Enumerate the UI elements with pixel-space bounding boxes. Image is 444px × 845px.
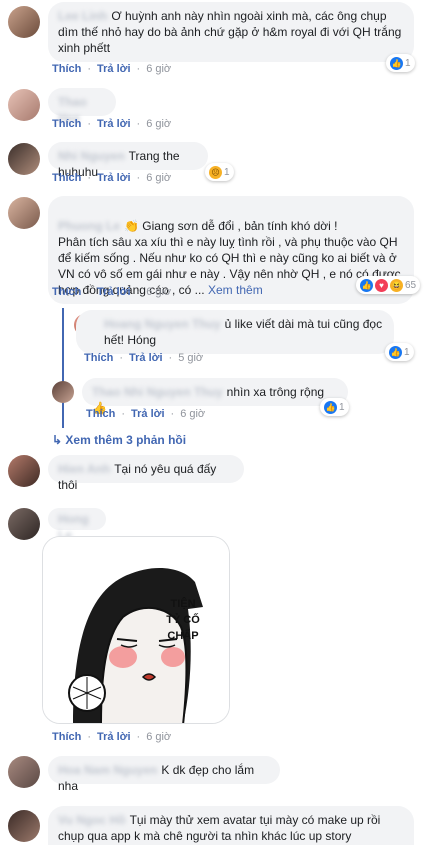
view-more-replies-link[interactable]: ↳ Xem thêm 3 phản hồi: [52, 433, 186, 447]
reply-link[interactable]: Trả lời: [97, 172, 131, 184]
avatar[interactable]: [8, 89, 40, 121]
timestamp: 6 giờ: [146, 118, 172, 130]
commenter-name[interactable]: Thao Nhi Nguyen Thuy: [92, 385, 223, 399]
reply-link[interactable]: Trả lời: [97, 731, 131, 743]
reply-bubble: Thao Nhi Nguyen Thuy nhìn xa trông rộng 👍: [82, 378, 348, 415]
commenter-name[interactable]: Hoang Nguyen Thuy: [104, 317, 221, 331]
reply-bubble: Hoang Nguyen Thuy ủ like viết dài mà tui …: [76, 310, 394, 354]
comment-bubble: Thao Hee: [48, 88, 116, 125]
comment-actions: Thích · Trả lời · 6 giờ: [52, 731, 172, 743]
sticker-caption: TIỆN: [170, 597, 195, 610]
reply-arrow-icon: ↳: [52, 433, 66, 447]
timestamp: 6 giờ: [146, 172, 172, 184]
comment-text: Ơ huỳnh anh này nhìn ngoài xinh mà, các …: [58, 9, 402, 55]
like-reaction-icon: 👍: [360, 278, 373, 292]
commenter-name[interactable]: Phuong Le: [58, 219, 120, 233]
reaction-count[interactable]: 👍 1: [386, 54, 415, 72]
comment-bubble: Hong Le: [48, 508, 106, 542]
timestamp: 5 giờ: [178, 352, 204, 364]
comment-actions: Thích · Trả lời · 6 giờ: [52, 63, 172, 75]
commenter-name[interactable]: Vu Ngoc Hồ: [58, 813, 126, 827]
like-reaction-icon: 👍: [324, 400, 337, 414]
reaction-count[interactable]: 👍 ♥ 😆 65: [356, 276, 421, 294]
like-link[interactable]: Thích: [52, 286, 81, 298]
reply-thread-line: [62, 308, 64, 428]
avatar[interactable]: [8, 6, 40, 38]
like-link[interactable]: Thích: [84, 352, 113, 364]
comment-actions: Thích · Trả lời · 6 giờ: [52, 286, 172, 298]
reaction-count[interactable]: 👍 1: [320, 398, 349, 416]
svg-text:CHẤP: CHẤP: [167, 629, 198, 642]
avatar[interactable]: [8, 508, 40, 540]
timestamp: 6 giờ: [146, 731, 172, 743]
like-link[interactable]: Thích: [52, 172, 81, 184]
see-more-link[interactable]: Xem thêm: [208, 283, 263, 297]
comment-bubble: Hien Anh Tại nó yêu quá đấy thôi: [48, 455, 244, 492]
commenter-name[interactable]: Hien Anh: [58, 462, 110, 476]
like-link[interactable]: Thích: [52, 731, 81, 743]
reply-link[interactable]: Trả lời: [131, 408, 165, 420]
commenter-name[interactable]: Lee Linh: [58, 9, 107, 23]
reaction-count[interactable]: 👍 1: [385, 343, 414, 361]
commenter-name[interactable]: Hoa Nam Nguyen: [58, 763, 157, 777]
comment-bubble: Nhi Nguyen Trang the huhuhu: [48, 142, 208, 179]
avatar[interactable]: [8, 197, 40, 229]
sticker-image[interactable]: TIỆN TỶ CỐ CHẤP: [42, 536, 230, 724]
reply-actions: Thích · Trả lời · 6 giờ: [86, 408, 206, 420]
svg-text:TỶ CỐ: TỶ CỐ: [166, 612, 200, 626]
reply-link[interactable]: Trả lời: [97, 118, 131, 130]
like-reaction-icon: 👍: [390, 56, 403, 70]
avatar[interactable]: [52, 381, 74, 403]
like-link[interactable]: Thích: [52, 118, 81, 130]
comment-bubble: Hoa Nam Nguyen K dk đẹp cho lắm nha: [48, 756, 280, 793]
meme-face-icon: TIỆN TỶ CỐ CHẤP: [43, 537, 229, 723]
reply-link[interactable]: Trả lời: [97, 63, 131, 75]
reply-link[interactable]: Trả lời: [97, 286, 131, 298]
like-link[interactable]: Thích: [86, 408, 115, 420]
reaction-count[interactable]: ☹ 1: [205, 163, 234, 181]
love-reaction-icon: ♥: [375, 278, 388, 292]
avatar[interactable]: [8, 143, 40, 175]
timestamp: 6 giờ: [146, 63, 172, 75]
like-reaction-icon: 👍: [389, 345, 402, 359]
sad-reaction-icon: ☹: [209, 165, 222, 179]
avatar[interactable]: [8, 756, 40, 788]
reply-actions: Thích · Trả lời · 5 giờ: [84, 352, 204, 364]
comment-actions: Thích · Trả lời · 6 giờ: [52, 172, 172, 184]
comment-actions: Thích · Trả lời · 6 giờ: [52, 118, 172, 130]
comment-bubble: Lee Linh Ơ huỳnh anh này nhìn ngoài xinh …: [48, 2, 414, 62]
avatar[interactable]: [8, 810, 40, 842]
like-link[interactable]: Thích: [52, 63, 81, 75]
haha-reaction-icon: 😆: [390, 278, 403, 292]
commenter-name[interactable]: Nhi Nguyen: [58, 149, 125, 163]
comment-bubble: Vu Ngoc Hồ Tụi mày thử xem avatar tụi mày…: [48, 806, 414, 845]
avatar[interactable]: [8, 455, 40, 487]
timestamp: 6 giờ: [180, 408, 206, 420]
reply-link[interactable]: Trả lời: [129, 352, 163, 364]
timestamp: 6 giờ: [146, 286, 172, 298]
